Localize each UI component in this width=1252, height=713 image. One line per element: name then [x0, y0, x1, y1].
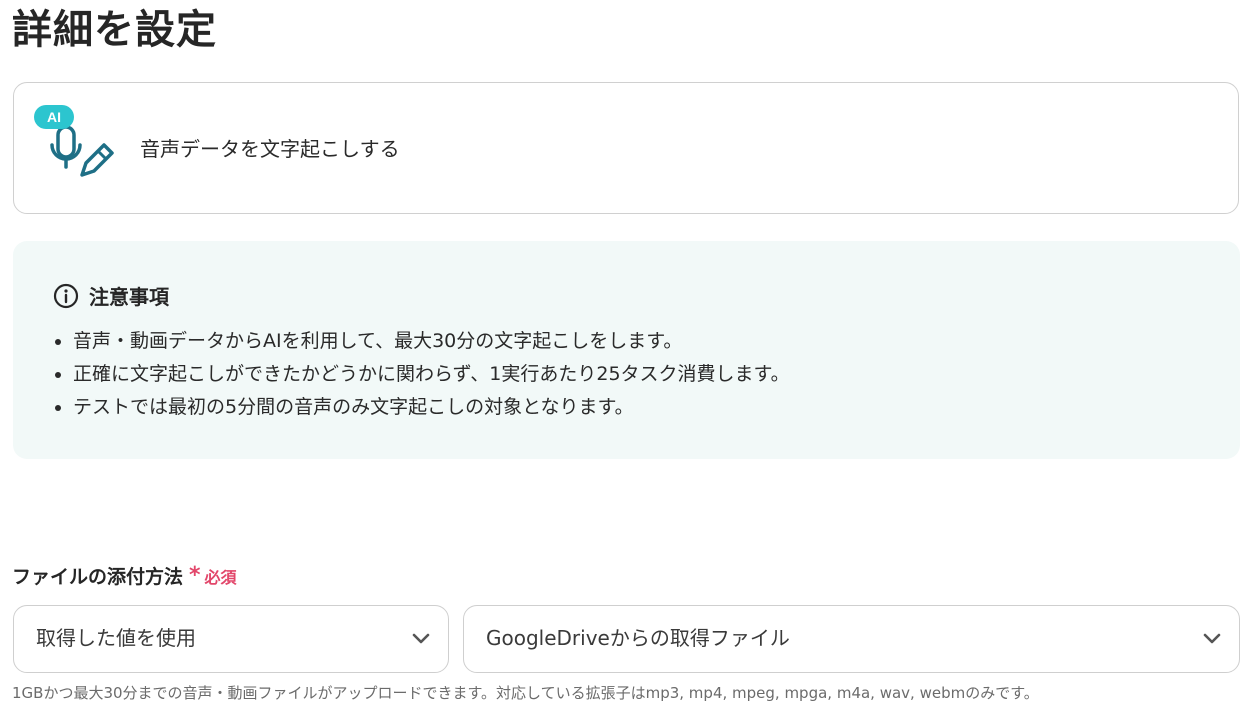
select-value: 取得した値を使用 [36, 626, 196, 650]
select-value: GoogleDriveからの取得ファイル [486, 626, 790, 650]
info-icon [53, 283, 79, 308]
microphone-pen-icon: AI [32, 101, 114, 183]
chevron-down-icon [412, 633, 430, 644]
field-label-text: ファイルの添付方法 [12, 566, 184, 588]
action-card[interactable]: AI 音声データを文字起こしする [13, 82, 1239, 214]
attach-method-select[interactable]: 取得した値を使用 [13, 605, 449, 673]
help-text: 1GBかつ最大30分までの音声・動画ファイルがアップロードできます。対応している… [12, 684, 1039, 702]
notice-list: 音声・動画データからAIを利用して、最大30分の文字起こしをします。 正確に文字… [53, 325, 790, 424]
notice-header: 注意事項 [53, 281, 169, 310]
notice-item: 音声・動画データからAIを利用して、最大30分の文字起こしをします。 [53, 325, 790, 358]
notice-item: 正確に文字起こしができたかどうかに関わらず、1実行あたり25タスク消費します。 [53, 358, 790, 391]
notice-item: テストでは最初の5分間の音声のみ文字起こしの対象となります。 [53, 391, 790, 424]
action-label: 音声データを文字起こしする [140, 137, 400, 161]
required-asterisk: * [189, 563, 201, 588]
field-label: ファイルの添付方法 * 必須 [12, 562, 237, 589]
notice-box: 注意事項 音声・動画データからAIを利用して、最大30分の文字起こしをします。 … [13, 241, 1240, 459]
ai-badge: AI [34, 105, 74, 129]
notice-title: 注意事項 [89, 285, 169, 309]
required-text: 必須 [204, 567, 237, 587]
source-file-select[interactable]: GoogleDriveからの取得ファイル [463, 605, 1240, 673]
chevron-down-icon [1203, 633, 1221, 644]
page-title: 詳細を設定 [12, 7, 217, 53]
